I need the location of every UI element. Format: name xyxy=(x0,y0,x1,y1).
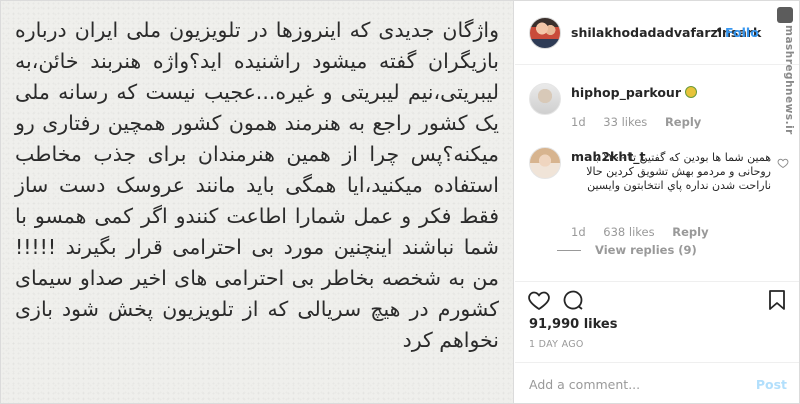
watermark-logo-icon xyxy=(777,7,793,23)
commenter-avatar[interactable] xyxy=(529,83,561,115)
owner-avatar[interactable] xyxy=(529,17,561,49)
comment-username-text[interactable]: hiphop_parkour xyxy=(571,85,681,100)
bookmark-icon[interactable] xyxy=(765,288,789,312)
post-image: واژگان جدیدی که اینروزها در تلویزیون ملی… xyxy=(1,1,514,403)
post-actions: 91,990 likes 1 DAY AGO Post xyxy=(515,281,799,403)
post-date[interactable]: 1 DAY AGO xyxy=(529,339,584,350)
comment-item: hiphop_parkour 1d 33 likes Reply xyxy=(529,83,789,133)
view-replies-line xyxy=(557,250,581,251)
comment-bubble-icon[interactable] xyxy=(561,288,585,312)
comment-time[interactable]: 1d xyxy=(571,225,586,239)
post-side-panel: shilakhodadadvafarzinsark • Follo mashre… xyxy=(515,1,799,403)
post-likes-count[interactable]: 91,990 likes xyxy=(529,317,617,332)
post-window: واژگان جدیدی که اینروزها در تلویزیون ملی… xyxy=(0,0,800,404)
comment-likes[interactable]: 33 likes xyxy=(603,115,647,129)
commenter-avatar[interactable] xyxy=(529,147,561,179)
follow-button[interactable]: Follo xyxy=(725,25,759,40)
reply-button[interactable]: Reply xyxy=(672,225,708,239)
like-heart-icon[interactable] xyxy=(527,288,551,312)
post-comment-button[interactable]: Post xyxy=(756,377,787,392)
like-comment-heart-icon[interactable] xyxy=(777,157,789,169)
post-image-text: واژگان جدیدی که اینروزها در تلویزیون ملی… xyxy=(15,18,499,352)
reply-button[interactable]: Reply xyxy=(665,115,701,129)
comment-username[interactable]: hiphop_parkour xyxy=(571,85,697,100)
comment-time[interactable]: 1d xyxy=(571,115,586,129)
post-header: shilakhodadadvafarzinsark • Follo xyxy=(515,1,799,65)
comment-meta: 1d 638 likes Reply xyxy=(571,225,709,239)
separator-dot: • xyxy=(715,23,724,39)
add-comment-input[interactable] xyxy=(529,373,749,395)
add-comment-bar: Post xyxy=(515,362,799,403)
comment-text: همین شما ها بودین که گفتین تا ۱۴۰۰ با رو… xyxy=(586,151,771,192)
comment-item: mah2kht_t همین شما ها بودین که گفتین تا … xyxy=(529,147,789,247)
sunflower-emoji-icon xyxy=(685,86,697,98)
comment-likes[interactable]: 638 likes xyxy=(603,225,654,239)
comment-meta: 1d 33 likes Reply xyxy=(571,115,701,129)
view-replies-button[interactable]: View replies (9) xyxy=(595,243,697,257)
